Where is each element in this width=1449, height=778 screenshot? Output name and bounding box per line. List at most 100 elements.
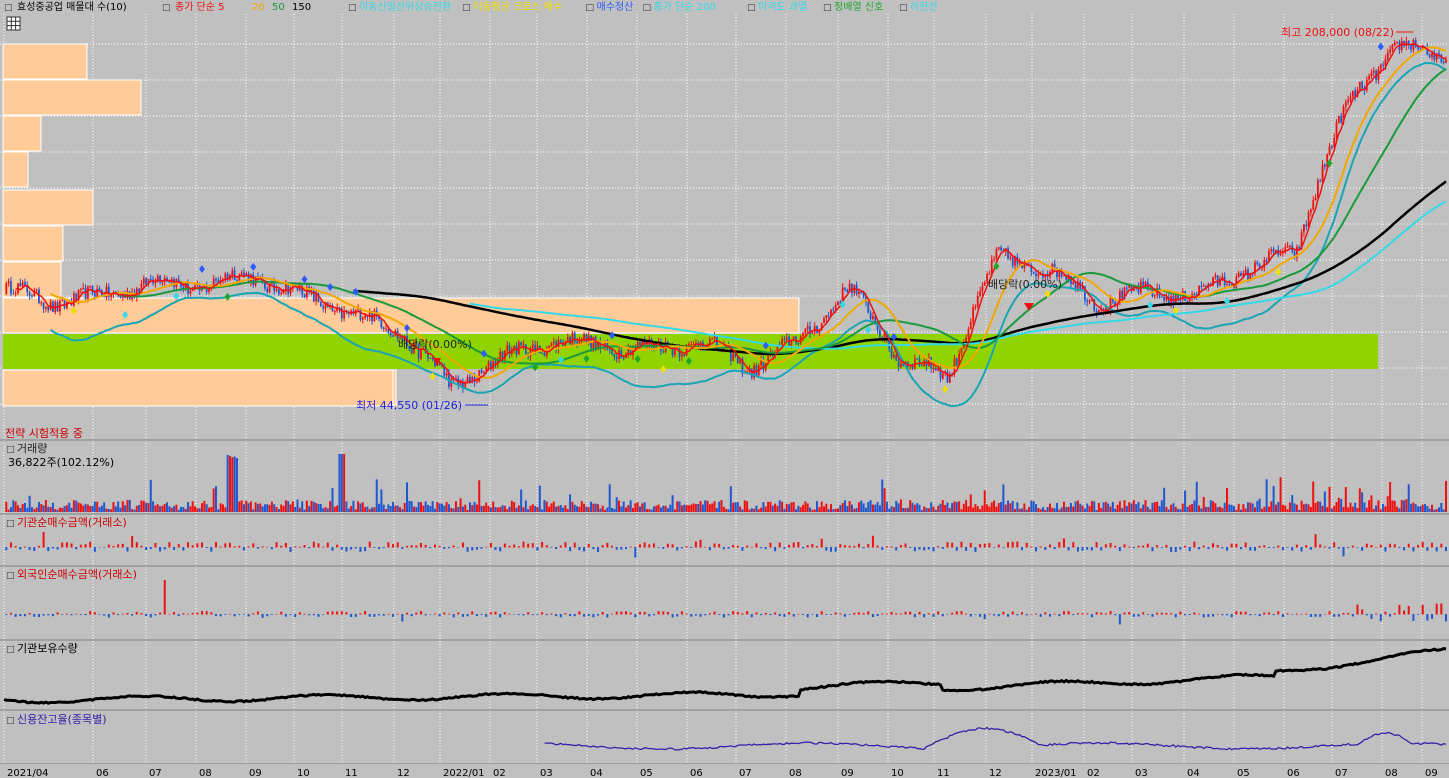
volume-profile-bar [2, 225, 64, 262]
foreign-net-bar [1053, 613, 1056, 615]
volume-bar [7, 509, 10, 512]
volume-bar [305, 500, 308, 512]
institution-net-bar [1039, 546, 1042, 548]
foreign-net-bar [247, 614, 250, 617]
foreign-net-bar [1221, 614, 1224, 616]
foreign-net-bar [606, 614, 609, 618]
x-axis-label: 10 [297, 768, 310, 778]
volume-bar [692, 503, 695, 512]
foreign-net-bar [1011, 611, 1014, 615]
foreign-net-bar [359, 613, 362, 615]
institution-net-bar [932, 547, 935, 552]
volume-bar [19, 507, 22, 512]
foreign-net-bar [1370, 614, 1373, 620]
foreign-net-bar [1100, 612, 1103, 615]
institution-net-bar [1198, 547, 1201, 550]
foreign-net-bar [508, 613, 511, 615]
candle-body [40, 302, 43, 304]
volume-bar [890, 506, 893, 512]
volume-bar [1132, 500, 1135, 512]
candle-body [785, 336, 788, 340]
volume-bar [1239, 509, 1242, 512]
institution-net-bar [1076, 547, 1079, 552]
foreign-net-bar [662, 611, 665, 615]
institution-net-bar [322, 546, 325, 548]
volume-bar [1086, 503, 1089, 512]
candle-body [995, 249, 998, 259]
institution-net-bar [149, 547, 152, 550]
institution-net-bar [1272, 547, 1275, 548]
volume-bar [252, 509, 255, 512]
volume-bar [1004, 504, 1007, 512]
volume-bar [231, 457, 234, 512]
ma-period-label: 20 [252, 2, 265, 13]
volume-bar [72, 500, 75, 512]
volume-bar [489, 507, 492, 512]
candle-body [1393, 42, 1396, 46]
institution-net-bar [336, 544, 339, 548]
institution-net-bar [732, 544, 735, 548]
candle-body [969, 321, 972, 330]
institution-net-bar [1244, 542, 1247, 548]
institution-net-bar [1058, 542, 1061, 548]
foreign-net-bar [1002, 611, 1005, 615]
candle-body [1200, 285, 1203, 287]
volume-bar [1291, 495, 1294, 512]
volume-bar [611, 507, 614, 512]
volume-bar [124, 505, 127, 512]
volume-bar [510, 500, 513, 512]
institution-net-bar [848, 545, 851, 548]
institution-net-bar [946, 542, 949, 548]
candle-body [550, 343, 553, 347]
volume-bar [729, 486, 732, 512]
candle-body [19, 283, 22, 287]
foreign-net-bar [718, 614, 721, 615]
foreign-net-bar [923, 614, 926, 618]
volume-bar [1028, 507, 1031, 512]
volume-bar [704, 500, 707, 512]
volume-bar [592, 503, 595, 512]
candle-body [1302, 224, 1305, 233]
legend-item: 매수청산 [597, 1, 634, 13]
volume-bar [189, 506, 192, 512]
institution-net-bar [1370, 544, 1373, 548]
volume-bar [147, 503, 150, 512]
volume-bar [1009, 503, 1012, 512]
foreign-net-bar [881, 613, 884, 615]
foreign-net-bar [1239, 611, 1242, 615]
volume-bar [534, 505, 537, 512]
institution-net-bar [1170, 547, 1173, 552]
candle-body [1270, 249, 1273, 252]
legend-checkbox-icon: □ [823, 3, 832, 13]
volume-bar [545, 501, 548, 512]
foreign-net-bar [885, 613, 888, 615]
x-axis-label: 02 [1087, 768, 1100, 778]
institution-net-bar [1281, 547, 1284, 551]
x-axis-label: 2022/01 [443, 768, 485, 778]
x-axis-label: 12 [397, 768, 410, 778]
x-axis-label: 02 [493, 768, 506, 778]
institution-net-bar [746, 545, 749, 548]
foreign-net-bar [750, 614, 753, 618]
volume-bar [652, 506, 655, 512]
institution-net-bar [979, 544, 982, 548]
foreign-net-bar [135, 611, 138, 615]
foreign-net-bar [927, 613, 930, 615]
institution-net-bar [1300, 547, 1303, 552]
volume-bar [457, 507, 460, 512]
volume-bar [918, 504, 921, 512]
foreign-net-bar [1212, 614, 1215, 617]
volume-bar [687, 505, 690, 512]
foreign-net-bar [993, 614, 996, 616]
x-axis-label: 10 [891, 768, 904, 778]
volume-bar [261, 506, 264, 512]
candle-body [1086, 300, 1089, 303]
candle-body [322, 306, 325, 309]
foreign-net-bar [424, 614, 427, 616]
volume-bar [1340, 499, 1343, 512]
volume-bar [51, 502, 54, 512]
foreign-net-bar [1156, 612, 1159, 615]
candle-body [12, 293, 15, 295]
volume-bar [70, 507, 73, 512]
institution-net-bar [760, 547, 763, 549]
